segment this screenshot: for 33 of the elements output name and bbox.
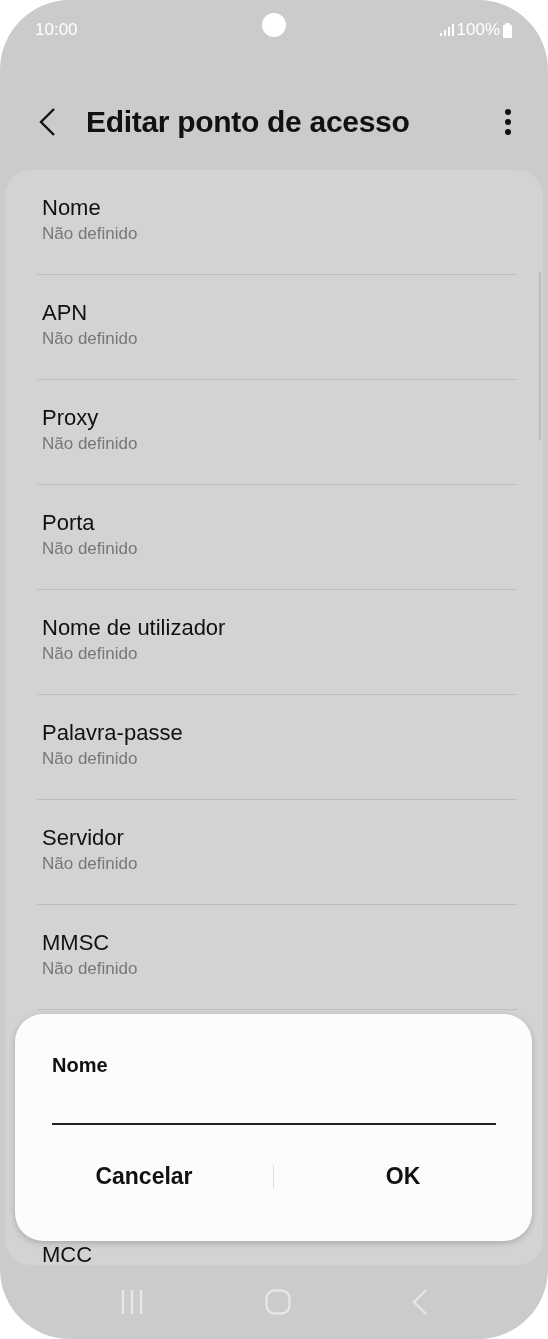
dialog-button[interactable]: Cancelar	[15, 1157, 273, 1196]
setting-title: Nome	[42, 194, 101, 222]
setting-item[interactable]: Nome Não definido	[5, 170, 543, 274]
setting-title[interactable]: MCC	[42, 1241, 93, 1265]
setting-item[interactable]: Servidor Não definido	[5, 800, 543, 904]
setting-title: Proxy	[42, 404, 99, 432]
dialog-button[interactable]: OK	[274, 1157, 532, 1196]
setting-title: Palavra-passe	[42, 719, 183, 747]
setting-item[interactable]: APN Não definido	[5, 275, 543, 379]
setting-item[interactable]: Proxy Não definido	[5, 380, 543, 484]
page-title: Editar ponto de acesso	[86, 105, 411, 139]
more-options-icon[interactable]	[504, 108, 512, 136]
setting-value: Não definido	[42, 538, 138, 560]
setting-value: Não definido	[42, 433, 138, 455]
setting-value: Não definido	[42, 328, 138, 350]
dialog-title: Nome	[52, 1054, 108, 1077]
setting-value: Não definido	[42, 853, 138, 875]
setting-item[interactable]: MMSC Não definido	[5, 905, 543, 1009]
setting-value: Não definido	[42, 748, 138, 770]
setting-value: Não definido	[42, 958, 138, 980]
setting-value: Não definido	[42, 643, 138, 665]
setting-title: Servidor	[42, 824, 124, 852]
setting-title: Porta	[42, 509, 95, 537]
setting-title: MMSC	[42, 929, 110, 957]
setting-item[interactable]: Nome de utilizador Não definido	[5, 590, 543, 694]
battery-icon	[503, 22, 512, 38]
setting-item[interactable]: Palavra-passe Não definido	[5, 695, 543, 799]
setting-value: Não definido	[42, 223, 138, 245]
setting-title: Nome de utilizador	[42, 614, 226, 642]
camera-cutout	[262, 13, 286, 37]
signal-icon	[439, 24, 454, 36]
setting-item[interactable]: Porta Não definido	[5, 485, 543, 589]
setting-title: APN	[42, 299, 88, 327]
